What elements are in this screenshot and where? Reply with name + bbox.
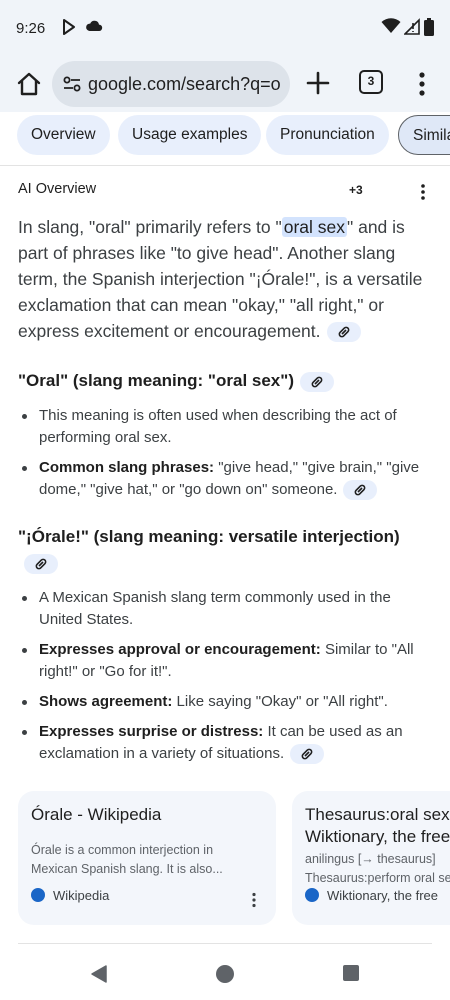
list-item: This meaning is often used when describi… <box>18 405 428 449</box>
link-icon <box>338 326 349 338</box>
card-title[interactable]: Órale - Wikipedia <box>31 804 161 826</box>
section-heading-text: "¡Órale!" (slang meaning: versatile inte… <box>18 527 400 546</box>
more-options-icon[interactable] <box>412 68 432 100</box>
card-source-name: Wikipedia <box>53 888 110 903</box>
play-protect-icon <box>63 19 75 35</box>
chip-pronunciation[interactable]: Pronunciation <box>266 115 389 155</box>
link-icon <box>355 484 366 496</box>
bullet-list-orale: A Mexican Spanish slang term commonly us… <box>18 587 428 773</box>
source-card-wiktionary[interactable]: Thesaurus:oral sex Wiktionary, the free a… <box>292 791 450 925</box>
card-more-icon[interactable] <box>250 892 258 908</box>
ai-overview-title: AI Overview <box>18 181 97 197</box>
status-bar: 9:26 <box>0 0 450 56</box>
back-icon[interactable] <box>89 964 109 984</box>
card-snippet: anilingus [→ thesaurus] <box>305 852 436 866</box>
list-item: Shows agreement: Like saying "Okay" or "… <box>18 691 428 713</box>
section-heading-oral: "Oral" (slang meaning: "oral sex") <box>18 368 418 394</box>
globe-icon <box>305 888 319 902</box>
home-icon[interactable] <box>14 69 44 99</box>
source-card-wikipedia[interactable]: Órale - Wikipedia Órale is a common inte… <box>18 791 276 925</box>
new-tab-icon[interactable] <box>303 68 333 98</box>
source-count-badge[interactable]: +3 <box>349 183 363 197</box>
highlighted-term[interactable]: oral sex <box>281 217 348 237</box>
card-snippet: Mexican Spanish slang. It is also... <box>31 862 223 876</box>
chip-usage-examples[interactable]: Usage examples <box>118 115 262 155</box>
url-text[interactable]: google.com/search?q=o <box>88 74 281 95</box>
section-heading-orale: "¡Órale!" (slang meaning: versatile inte… <box>18 524 418 576</box>
citation-link-button[interactable] <box>24 553 58 574</box>
card-title[interactable]: Thesaurus:oral sex Wiktionary, the free <box>305 804 450 848</box>
browser-toolbar: google.com/search?q=o 3 <box>0 56 450 112</box>
ai-overview-more-icon[interactable] <box>418 183 428 201</box>
globe-icon <box>31 888 45 902</box>
wifi-icon <box>381 18 401 33</box>
chip-overview[interactable]: Overview <box>17 115 110 155</box>
section-heading-text: "Oral" (slang meaning: "oral sex") <box>18 371 294 390</box>
chip-similar[interactable]: Simila <box>398 115 450 155</box>
bullet-list-oral: This meaning is often used when describi… <box>18 405 428 509</box>
home-nav-icon[interactable] <box>215 964 235 984</box>
citation-link-button[interactable] <box>343 480 378 501</box>
citation-link-button[interactable] <box>290 744 325 765</box>
card-source-name: Wiktionary, the free <box>327 888 439 903</box>
card-source: Wikipedia <box>31 888 109 903</box>
card-snippet: Thesaurus:perform oral sex <box>305 871 450 885</box>
list-item: Common slang phrases: "give head," "give… <box>18 457 428 501</box>
citation-link-button[interactable] <box>299 371 334 392</box>
link-icon <box>35 558 47 569</box>
cloud-icon <box>86 20 103 31</box>
signal-icon <box>404 18 420 35</box>
tab-switcher-button[interactable]: 3 <box>359 70 383 94</box>
list-item: Expresses surprise or distress: It can b… <box>18 721 428 765</box>
divider <box>18 943 432 944</box>
search-chips: Overview Usage examples Pronunciation Si… <box>0 112 450 166</box>
address-bar[interactable]: google.com/search?q=o <box>52 61 290 107</box>
list-item: Expresses approval or encouragement: Sim… <box>18 639 428 683</box>
summary-text: In slang, "oral" primarily refers to " <box>18 217 282 237</box>
battery-icon <box>424 18 434 36</box>
list-item: A Mexican Spanish slang term commonly us… <box>18 587 428 631</box>
card-source: Wiktionary, the free <box>305 888 438 903</box>
site-settings-icon[interactable] <box>62 74 82 94</box>
link-icon <box>311 376 323 387</box>
ai-overview-summary: In slang, "oral" primarily refers to " or… <box>18 214 428 344</box>
card-snippet: Órale is a common interjection in <box>31 843 214 857</box>
citation-link-button[interactable] <box>326 322 361 343</box>
link-icon <box>301 748 313 760</box>
recents-icon[interactable] <box>342 964 360 982</box>
system-navigation-bar <box>0 950 450 1000</box>
status-time: 9:26 <box>16 20 46 37</box>
